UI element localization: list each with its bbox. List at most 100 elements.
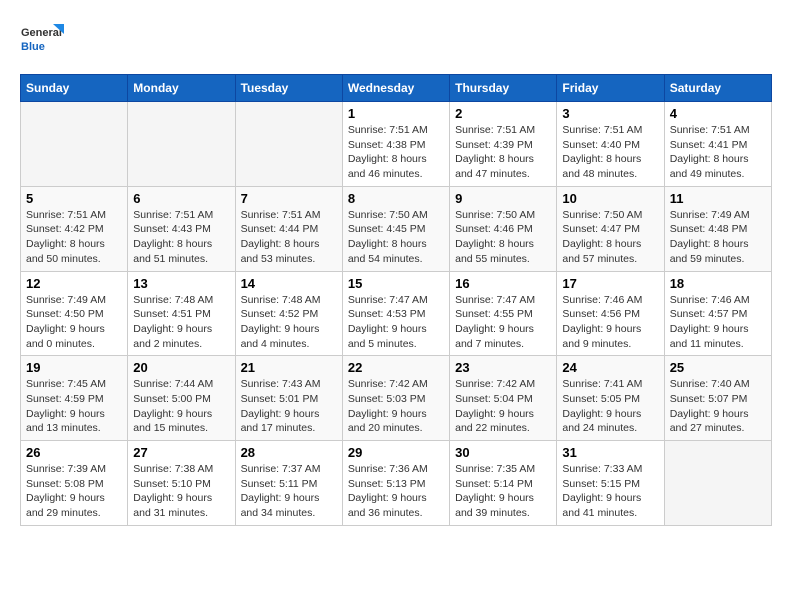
day-number: 27: [133, 445, 229, 460]
day-number: 5: [26, 191, 122, 206]
day-number: 17: [562, 276, 658, 291]
weekday-header: Sunday: [21, 75, 128, 102]
day-number: 7: [241, 191, 337, 206]
day-number: 24: [562, 360, 658, 375]
calendar-cell: 26Sunrise: 7:39 AMSunset: 5:08 PMDayligh…: [21, 441, 128, 526]
day-info: Sunrise: 7:50 AMSunset: 4:46 PMDaylight:…: [455, 208, 551, 267]
calendar-cell: 13 Sunrise: 7:48 AMSunset: 4:51 PMDayligh…: [128, 271, 235, 356]
day-info: Sunrise: 7:49 AMSunset: 4:50 PMDaylight:…: [26, 293, 122, 352]
day-info: Sunrise: 7:42 AMSunset: 5:04 PMDaylight:…: [455, 377, 551, 436]
day-info: Sunrise: 7:40 AMSunset: 5:07 PMDaylight:…: [670, 377, 766, 436]
calendar-cell: 3 Sunrise: 7:51 AMSunset: 4:40 PMDaylight…: [557, 102, 664, 187]
calendar-cell: 5Sunrise: 7:51 AMSunset: 4:42 PMDaylight…: [21, 186, 128, 271]
weekday-header: Monday: [128, 75, 235, 102]
day-info: Sunrise: 7:48 AMSunset: 4:51 PMDaylight:…: [133, 293, 229, 352]
calendar-cell: [21, 102, 128, 187]
day-number: 13: [133, 276, 229, 291]
day-number: 29: [348, 445, 444, 460]
calendar-cell: 6 Sunrise: 7:51 AMSunset: 4:43 PMDaylight…: [128, 186, 235, 271]
svg-text:Blue: Blue: [21, 41, 45, 53]
calendar-cell: 14Sunrise: 7:48 AMSunset: 4:52 PMDayligh…: [235, 271, 342, 356]
day-number: 16: [455, 276, 551, 291]
calendar-cell: 12 Sunrise: 7:49 AMSunset: 4:50 PMDayligh…: [21, 271, 128, 356]
day-info: Sunrise: 7:43 AMSunset: 5:01 PMDaylight:…: [241, 377, 337, 436]
calendar-week-row: 12 Sunrise: 7:49 AMSunset: 4:50 PMDayligh…: [21, 271, 772, 356]
calendar-cell: 24 Sunrise: 7:41 AMSunset: 5:05 PMDayligh…: [557, 356, 664, 441]
day-info: Sunrise: 7:51 AMSunset: 4:43 PMDaylight:…: [133, 208, 229, 267]
weekday-header: Thursday: [450, 75, 557, 102]
day-info: Sunrise: 7:51 AMSunset: 4:44 PMDaylight:…: [241, 208, 337, 267]
day-info: Sunrise: 7:50 AMSunset: 4:47 PMDaylight:…: [562, 208, 658, 267]
day-info: Sunrise: 7:38 AMSunset: 5:10 PMDaylight:…: [133, 462, 229, 521]
page-header: General Blue: [20, 20, 772, 64]
day-number: 3: [562, 106, 658, 121]
day-number: 22: [348, 360, 444, 375]
calendar-cell: 10 Sunrise: 7:50 AMSunset: 4:47 PMDayligh…: [557, 186, 664, 271]
day-info: Sunrise: 7:39 AMSunset: 5:08 PMDaylight:…: [26, 462, 122, 521]
calendar-cell: 8 Sunrise: 7:50 AMSunset: 4:45 PMDaylight…: [342, 186, 449, 271]
day-info: Sunrise: 7:48 AMSunset: 4:52 PMDaylight:…: [241, 293, 337, 352]
day-info: Sunrise: 7:47 AMSunset: 4:55 PMDaylight:…: [455, 293, 551, 352]
day-number: 10: [562, 191, 658, 206]
calendar-cell: 16 Sunrise: 7:47 AMSunset: 4:55 PMDayligh…: [450, 271, 557, 356]
calendar-cell: [664, 441, 771, 526]
day-number: 12: [26, 276, 122, 291]
weekday-header: Saturday: [664, 75, 771, 102]
calendar-cell: 29 Sunrise: 7:36 AMSunset: 5:13 PMDayligh…: [342, 441, 449, 526]
day-info: Sunrise: 7:50 AMSunset: 4:45 PMDaylight:…: [348, 208, 444, 267]
calendar-week-row: 5Sunrise: 7:51 AMSunset: 4:42 PMDaylight…: [21, 186, 772, 271]
day-number: 20: [133, 360, 229, 375]
day-number: 9: [455, 191, 551, 206]
calendar-week-row: 26Sunrise: 7:39 AMSunset: 5:08 PMDayligh…: [21, 441, 772, 526]
day-info: Sunrise: 7:51 AMSunset: 4:40 PMDaylight:…: [562, 123, 658, 182]
day-info: Sunrise: 7:49 AMSunset: 4:48 PMDaylight:…: [670, 208, 766, 267]
calendar-cell: 20Sunrise: 7:44 AMSunset: 5:00 PMDayligh…: [128, 356, 235, 441]
day-number: 25: [670, 360, 766, 375]
svg-text:General: General: [21, 27, 62, 39]
weekday-header: Friday: [557, 75, 664, 102]
day-number: 15: [348, 276, 444, 291]
calendar-table: SundayMondayTuesdayWednesdayThursdayFrid…: [20, 74, 772, 526]
day-number: 19: [26, 360, 122, 375]
day-number: 21: [241, 360, 337, 375]
day-info: Sunrise: 7:45 AMSunset: 4:59 PMDaylight:…: [26, 377, 122, 436]
calendar-cell: 25 Sunrise: 7:40 AMSunset: 5:07 PMDayligh…: [664, 356, 771, 441]
day-number: 23: [455, 360, 551, 375]
calendar-cell: 27 Sunrise: 7:38 AMSunset: 5:10 PMDayligh…: [128, 441, 235, 526]
day-number: 4: [670, 106, 766, 121]
calendar-cell: 2 Sunrise: 7:51 AMSunset: 4:39 PMDaylight…: [450, 102, 557, 187]
calendar-cell: 1 Sunrise: 7:51 AMSunset: 4:38 PMDaylight…: [342, 102, 449, 187]
day-info: Sunrise: 7:51 AMSunset: 4:38 PMDaylight:…: [348, 123, 444, 182]
day-number: 28: [241, 445, 337, 460]
day-number: 1: [348, 106, 444, 121]
day-number: 31: [562, 445, 658, 460]
day-number: 8: [348, 191, 444, 206]
calendar-cell: 7 Sunrise: 7:51 AMSunset: 4:44 PMDaylight…: [235, 186, 342, 271]
calendar-cell: 30Sunrise: 7:35 AMSunset: 5:14 PMDayligh…: [450, 441, 557, 526]
day-number: 11: [670, 191, 766, 206]
calendar-cell: [235, 102, 342, 187]
day-info: Sunrise: 7:35 AMSunset: 5:14 PMDaylight:…: [455, 462, 551, 521]
calendar-cell: 22 Sunrise: 7:42 AMSunset: 5:03 PMDayligh…: [342, 356, 449, 441]
logo: General Blue: [20, 20, 64, 64]
day-info: Sunrise: 7:41 AMSunset: 5:05 PMDaylight:…: [562, 377, 658, 436]
day-number: 18: [670, 276, 766, 291]
weekday-header-row: SundayMondayTuesdayWednesdayThursdayFrid…: [21, 75, 772, 102]
calendar-cell: 18 Sunrise: 7:46 AMSunset: 4:57 PMDayligh…: [664, 271, 771, 356]
day-info: Sunrise: 7:46 AMSunset: 4:56 PMDaylight:…: [562, 293, 658, 352]
calendar-week-row: 19 Sunrise: 7:45 AMSunset: 4:59 PMDayligh…: [21, 356, 772, 441]
calendar-cell: 31Sunrise: 7:33 AMSunset: 5:15 PMDayligh…: [557, 441, 664, 526]
day-info: Sunrise: 7:47 AMSunset: 4:53 PMDaylight:…: [348, 293, 444, 352]
day-number: 6: [133, 191, 229, 206]
calendar-cell: 28 Sunrise: 7:37 AMSunset: 5:11 PMDayligh…: [235, 441, 342, 526]
day-info: Sunrise: 7:37 AMSunset: 5:11 PMDaylight:…: [241, 462, 337, 521]
day-info: Sunrise: 7:46 AMSunset: 4:57 PMDaylight:…: [670, 293, 766, 352]
day-info: Sunrise: 7:42 AMSunset: 5:03 PMDaylight:…: [348, 377, 444, 436]
calendar-cell: 23 Sunrise: 7:42 AMSunset: 5:04 PMDayligh…: [450, 356, 557, 441]
day-info: Sunrise: 7:51 AMSunset: 4:39 PMDaylight:…: [455, 123, 551, 182]
day-info: Sunrise: 7:36 AMSunset: 5:13 PMDaylight:…: [348, 462, 444, 521]
day-info: Sunrise: 7:51 AMSunset: 4:41 PMDaylight:…: [670, 123, 766, 182]
calendar-cell: 17 Sunrise: 7:46 AMSunset: 4:56 PMDayligh…: [557, 271, 664, 356]
day-number: 2: [455, 106, 551, 121]
weekday-header: Tuesday: [235, 75, 342, 102]
